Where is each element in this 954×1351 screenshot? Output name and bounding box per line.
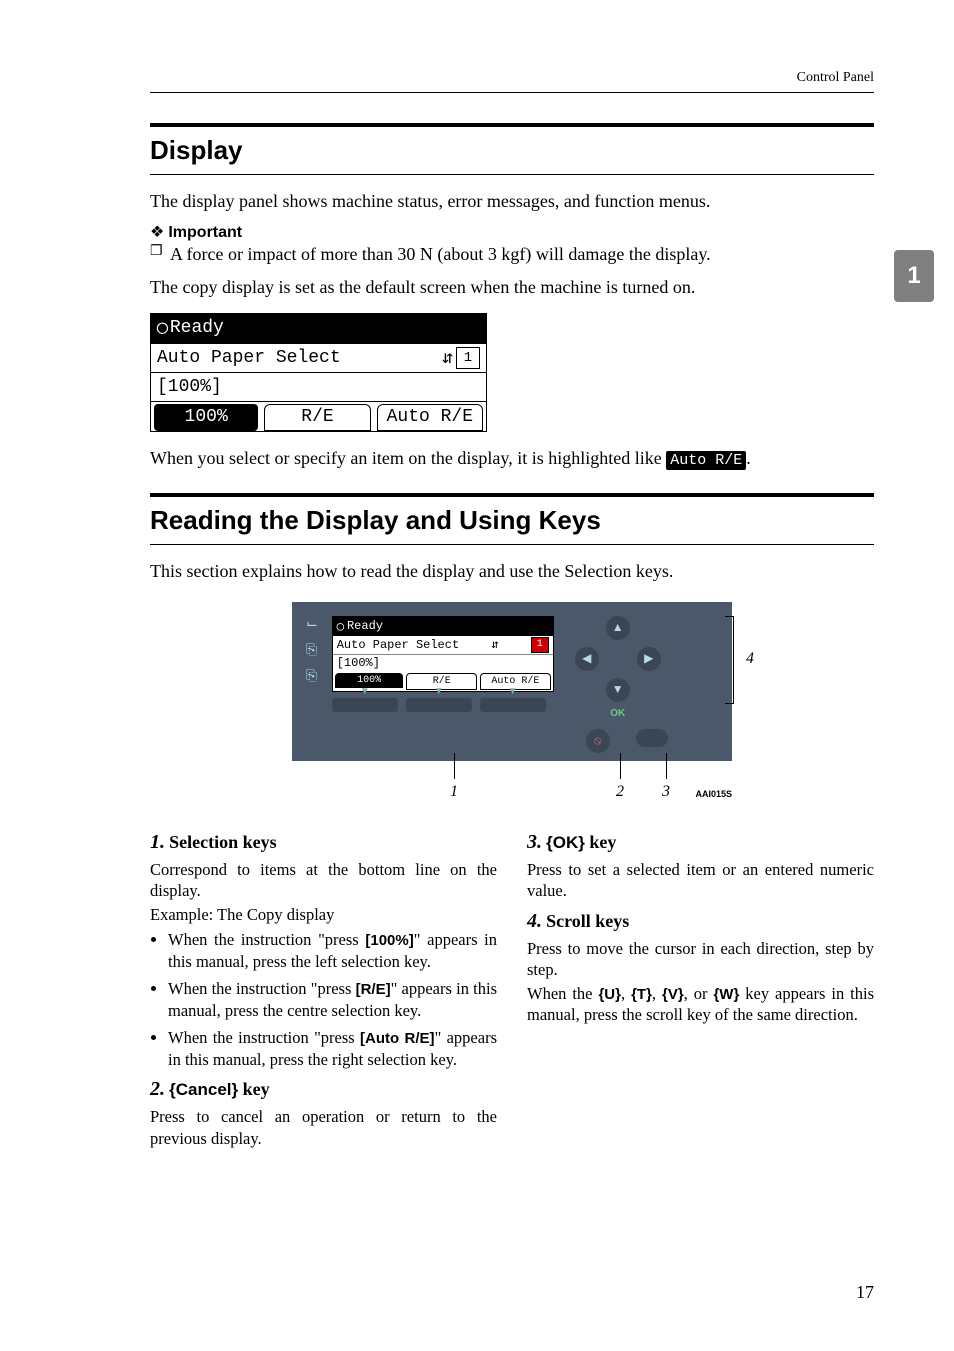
scroll-right-icon: ▶ xyxy=(637,647,661,671)
chapter-tab: 1 xyxy=(894,250,934,302)
scroll-left-icon: ◀ xyxy=(575,647,599,671)
item-2-head: 2. {Cancel} key xyxy=(150,1076,497,1102)
diamond-icon: ❖ xyxy=(150,225,164,241)
legend-col-right: 3. {OK} key Press to set a selected item… xyxy=(527,823,874,1151)
important-text: Important xyxy=(168,224,242,242)
running-header: Control Panel xyxy=(150,70,874,93)
important-label: ❖ Important xyxy=(150,224,874,242)
lcd-button-row: 100% R/E Auto R/E xyxy=(151,401,486,431)
paper-tray-icon: 1 xyxy=(456,347,480,369)
control-panel-figure: ⌙ ⎘ ⎘ ◯Ready Auto Paper Select ⇵1 [100%]… xyxy=(292,602,732,801)
selection-key-center xyxy=(406,698,472,712)
item-1-head: 1. Selection keys xyxy=(150,829,497,855)
ok-key-icon xyxy=(636,729,668,747)
item-1-bullet-3: When the instruction "press [Auto R/E]" … xyxy=(168,1027,497,1070)
cancel-key-icon: ⦸ xyxy=(586,729,610,753)
power-icon: ◯ xyxy=(157,317,168,339)
lcd-zoom-row: [100%] xyxy=(151,372,486,401)
item-1-bullet-1: When the instruction "press [100%]" appe… xyxy=(168,929,497,972)
important-item: A force or impact of more than 30 N (abo… xyxy=(150,242,874,267)
page-number: 17 xyxy=(856,1282,874,1303)
scroll-dpad: ▲ ◀ ▶ ▼ xyxy=(575,616,661,702)
default-screen-paragraph: The copy display is set as the default s… xyxy=(150,275,874,300)
intro-paragraph: The display panel shows machine status, … xyxy=(150,189,874,214)
highlight-sample: Auto R/E xyxy=(666,451,746,470)
item-4-p1: Press to move the cursor in each directi… xyxy=(527,938,874,981)
callout-3: 3 xyxy=(662,783,670,801)
lcd-zoom-text: [100%] xyxy=(157,377,222,397)
item-3-head: 3. {OK} key xyxy=(527,829,874,855)
item-2-p: Press to cancel an operation or return t… xyxy=(150,1106,497,1149)
ok-label: OK xyxy=(610,708,625,719)
lcd-btn-autore: Auto R/E xyxy=(377,404,483,431)
scroll-up-icon: ▲ xyxy=(606,616,630,640)
item-1-p2: Example: The Copy display xyxy=(150,904,497,925)
highlight-paragraph: When you select or specify an item on th… xyxy=(150,446,874,471)
lcd-btn-100: 100% xyxy=(154,404,258,431)
paper-tray-icon: 1 xyxy=(531,637,549,653)
callout-bracket-4 xyxy=(725,616,734,704)
lcd-status-row: ◯ Ready xyxy=(151,314,486,343)
power-icon: ◯ xyxy=(337,619,344,634)
legend-columns: 1. Selection keys Correspond to items at… xyxy=(150,823,874,1151)
figure-id: AAI015S xyxy=(695,789,732,799)
output-icon: ⎘ xyxy=(306,643,318,659)
tray-icon: ⎘ xyxy=(306,669,318,685)
reading-intro-paragraph: This section explains how to read the di… xyxy=(150,559,874,584)
callout-2: 2 xyxy=(616,783,624,801)
item-1-bullet-2: When the instruction "press [R/E]" appea… xyxy=(168,978,497,1021)
lcd-btn-re: R/E xyxy=(264,404,370,431)
lcd-paper-row: Auto Paper Select ⇵ 1 xyxy=(151,343,486,372)
lcd-paper-select-text: Auto Paper Select xyxy=(157,348,341,368)
panel-left-icons: ⌙ ⎘ ⎘ xyxy=(306,616,318,753)
callout-4: 4 xyxy=(746,650,754,668)
item-1-p1: Correspond to items at the bottom line o… xyxy=(150,859,497,902)
panel-lcd: ◯Ready Auto Paper Select ⇵1 [100%] 100% … xyxy=(332,616,554,692)
updown-arrows-icon: ⇵ xyxy=(442,347,453,369)
lcd-status-text: Ready xyxy=(170,318,224,338)
heading-display: Display xyxy=(150,123,874,175)
item-3-p: Press to set a selected item or an enter… xyxy=(527,859,874,902)
item-4-p2: When the {U}, {T}, {V}, or {W} key appea… xyxy=(527,983,874,1026)
legend-col-left: 1. Selection keys Correspond to items at… xyxy=(150,823,497,1151)
item-4-head: 4. Scroll keys xyxy=(527,908,874,934)
heading-reading: Reading the Display and Using Keys xyxy=(150,493,874,545)
scroll-down-icon: ▼ xyxy=(606,678,630,702)
selection-key-right xyxy=(480,698,546,712)
callout-1: 1 xyxy=(450,783,458,801)
lcd-screenshot: ◯ Ready Auto Paper Select ⇵ 1 [100%] 100… xyxy=(150,313,487,432)
selection-key-left xyxy=(332,698,398,712)
indicator-icon: ⌙ xyxy=(306,616,318,633)
selection-keys-row xyxy=(332,698,554,712)
